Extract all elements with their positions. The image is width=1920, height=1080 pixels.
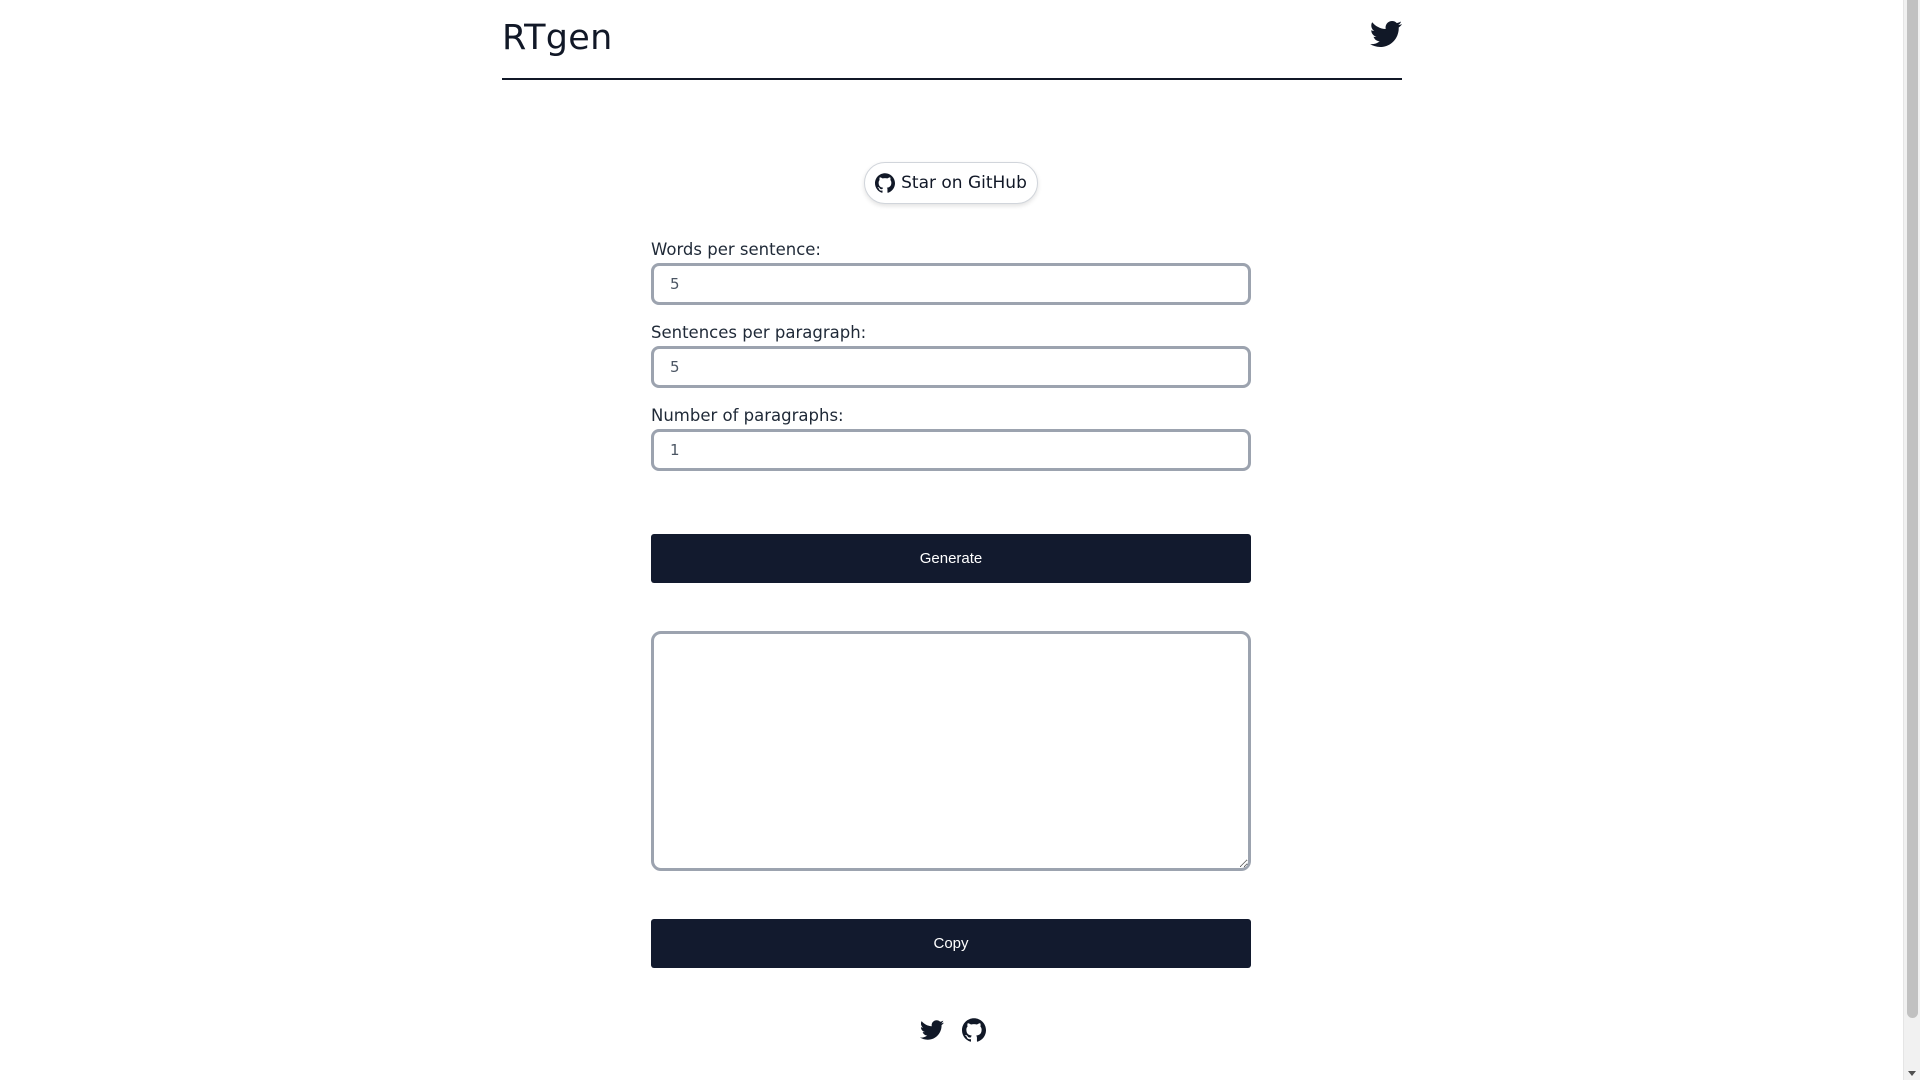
- number-of-paragraphs-input[interactable]: [651, 429, 1251, 471]
- copy-button[interactable]: Copy: [651, 919, 1251, 968]
- twitter-icon[interactable]: [920, 1018, 944, 1042]
- sentences-per-paragraph-label: Sentences per paragraph:: [651, 323, 867, 342]
- generator-form: Words per sentence: Sentences per paragr…: [651, 238, 1251, 487]
- scroll-down-arrow-icon[interactable]: [1908, 1071, 1916, 1076]
- sentences-per-paragraph-input[interactable]: [651, 346, 1251, 388]
- number-of-paragraphs-label: Number of paragraphs:: [651, 406, 844, 425]
- brand-title: RTgen: [502, 18, 613, 58]
- star-on-github-button[interactable]: Star on GitHub: [864, 162, 1038, 204]
- github-icon: [875, 173, 896, 193]
- page: RTgen Star on GitHub Words per sentence:…: [0, 0, 1920, 1080]
- generate-button[interactable]: Generate: [651, 534, 1251, 583]
- github-icon[interactable]: [962, 1018, 986, 1042]
- scrollbar-thumb[interactable]: [1907, 0, 1918, 1018]
- words-per-sentence-input[interactable]: [651, 263, 1251, 305]
- star-on-github-label: Star on GitHub: [901, 173, 1027, 193]
- output-textarea[interactable]: [651, 631, 1251, 871]
- site-header: RTgen: [502, 0, 1403, 80]
- page-scrollbar[interactable]: [1903, 0, 1920, 1080]
- words-per-sentence-label: Words per sentence:: [651, 240, 821, 259]
- twitter-icon[interactable]: [1370, 18, 1403, 50]
- footer-links: [920, 1018, 986, 1042]
